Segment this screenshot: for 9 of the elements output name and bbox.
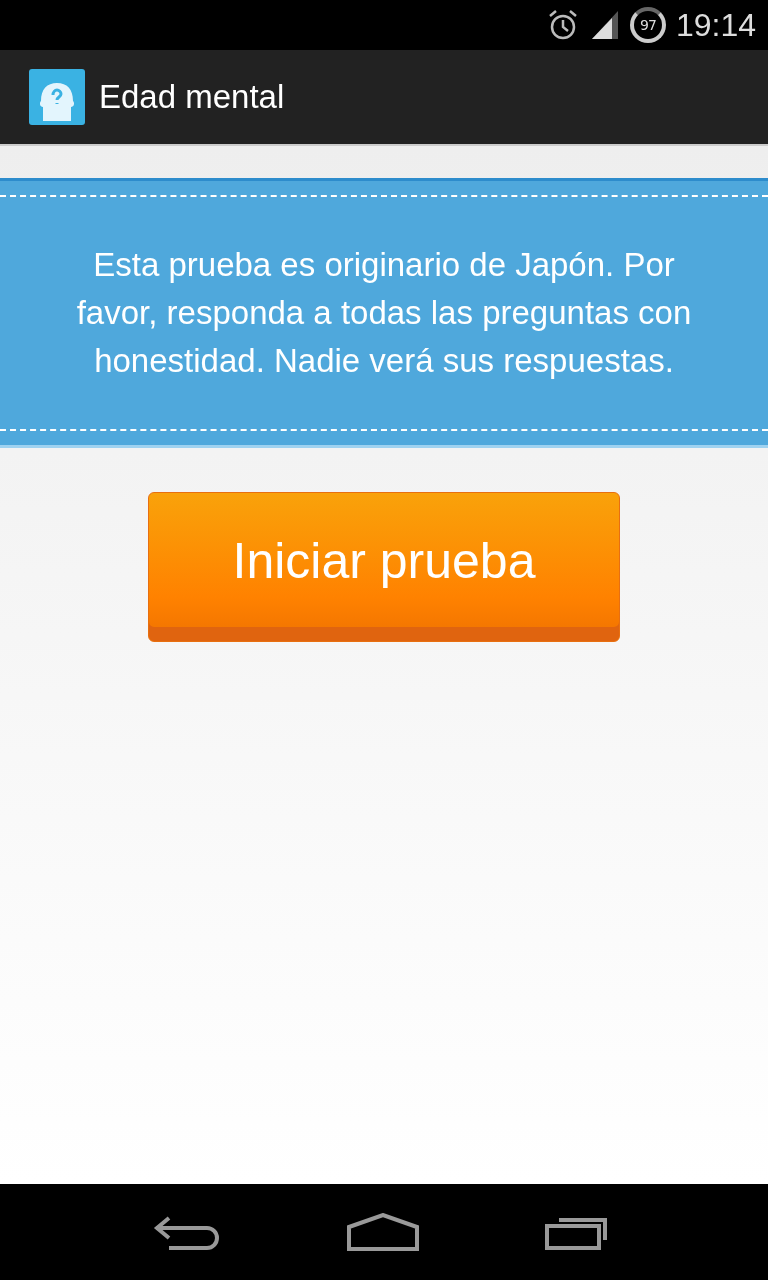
home-icon[interactable] (346, 1213, 420, 1251)
battery-indicator: 97 (629, 7, 666, 43)
intro-text: Esta prueba es originario de Japón. Por favor, responda a todas las preguntas con honestidad. Nadie verá sus respuestas. (75, 245, 693, 381)
clock: 19:14 (675, 6, 756, 44)
back-icon[interactable] (152, 1214, 221, 1250)
start-button[interactable]: Iniciar prueba (148, 492, 620, 642)
app-icon (29, 69, 85, 125)
signal-icon (589, 9, 620, 41)
app-title: Edad mental (99, 78, 285, 116)
